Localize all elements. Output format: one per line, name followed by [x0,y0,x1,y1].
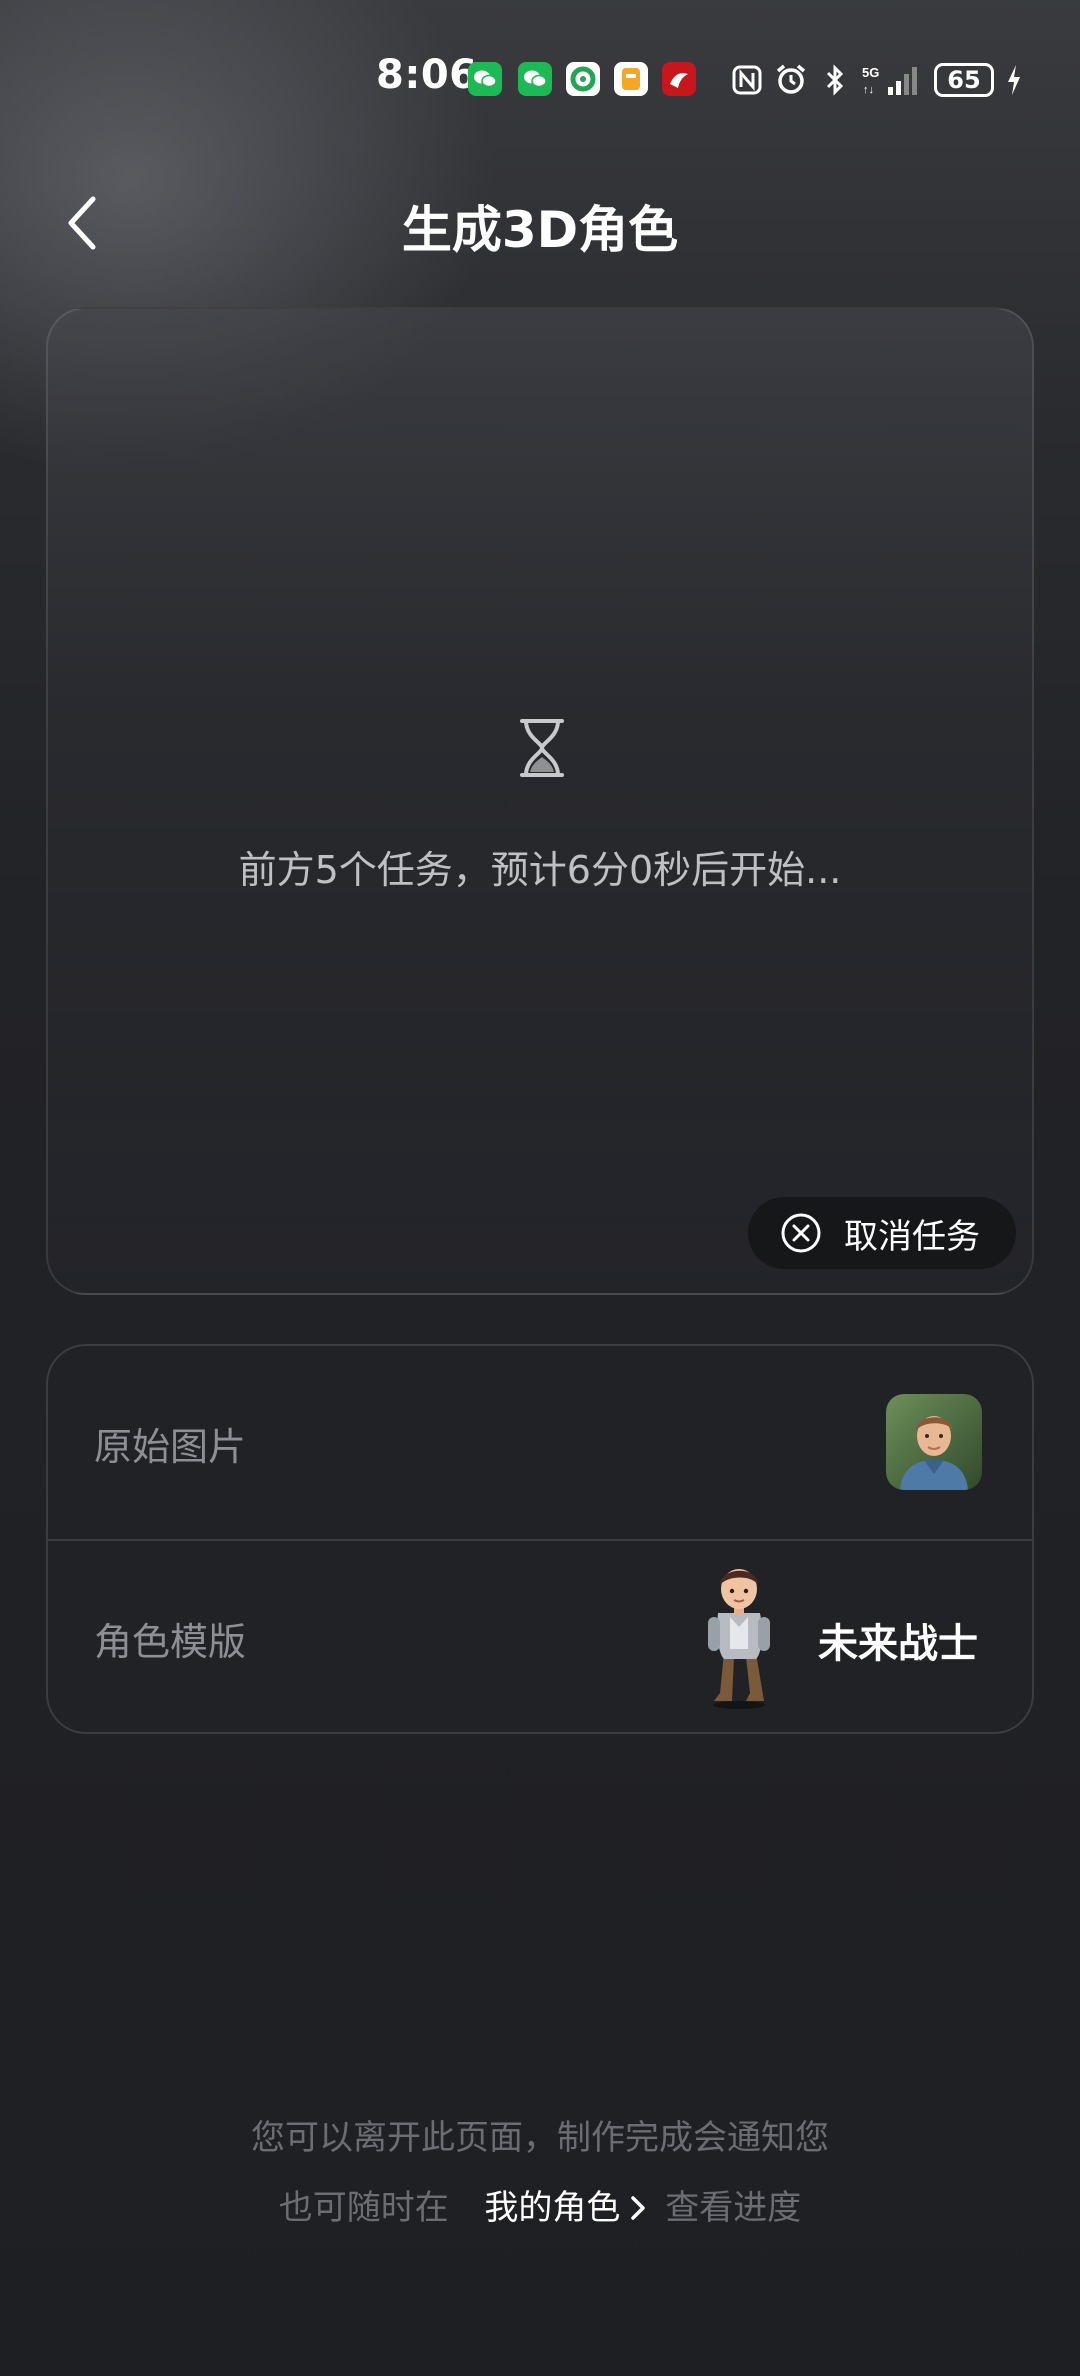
queue-status-text: 前方5个任务，预计6分0秒后开始... [238,848,842,892]
my-characters-link[interactable]: 我的角色 [484,2188,654,2228]
status-bar: 8:06 5G ↑↓ 65 [0,48,1080,112]
original-image-label: 原始图片 [94,1425,247,1469]
original-image-thumbnail[interactable] [886,1394,982,1490]
progress-hint-suffix: 查看进度 [665,2188,802,2228]
header: 生成3D角色 [0,180,1080,266]
cancel-task-button[interactable]: 取消任务 [748,1197,1016,1269]
svg-text:5G: 5G [862,65,879,80]
hourglass-icon [520,719,564,777]
green-app-icon [566,62,600,96]
original-image-row[interactable]: 原始图片 [48,1346,1032,1541]
character-template-figure [708,1569,770,1709]
cancel-task-label: 取消任务 [844,1216,980,1257]
red-app-icon [662,62,696,96]
notify-hint-text: 您可以离开此页面，制作完成会通知您 [251,2118,829,2158]
page-title: 生成3D角色 [401,201,679,259]
template-name: 未来战士 [818,1621,978,1667]
generation-preview-card: 前方5个任务，预计6分0秒后开始... 取消任务 [46,307,1034,1295]
nfc-icon [730,63,764,97]
wechat-icon [468,62,502,96]
charging-icon [1004,63,1024,97]
page: 8:06 5G ↑↓ 65 生成3D角色 前方5个任务，预计6分0秒后开始...… [0,0,1080,2376]
orange-app-icon [614,62,648,96]
status-time: 8:06 [376,52,478,98]
close-circle-icon [781,1213,821,1253]
template-row[interactable]: 角色模版 未来战士 [48,1541,1032,1734]
chevron-right-icon [631,2195,646,2220]
svg-text:↑↓: ↑↓ [863,84,874,96]
5g-signal-icon: 5G ↑↓ [862,63,924,97]
wechat-icon [518,62,552,96]
alarm-icon [774,63,808,97]
task-info-card: 原始图片 角色模版 未来战士 [46,1344,1034,1734]
battery-indicator: 65 [934,63,994,97]
progress-hint-prefix: 也可随时在 [278,2188,449,2228]
progress-hint: 也可随时在 我的角色 查看进度 [0,2180,1080,2229]
my-characters-link-label: 我的角色 [484,2188,621,2228]
template-label: 角色模版 [94,1620,247,1664]
bluetooth-icon [818,63,852,97]
system-status: 5G ↑↓ 65 [730,58,1024,102]
